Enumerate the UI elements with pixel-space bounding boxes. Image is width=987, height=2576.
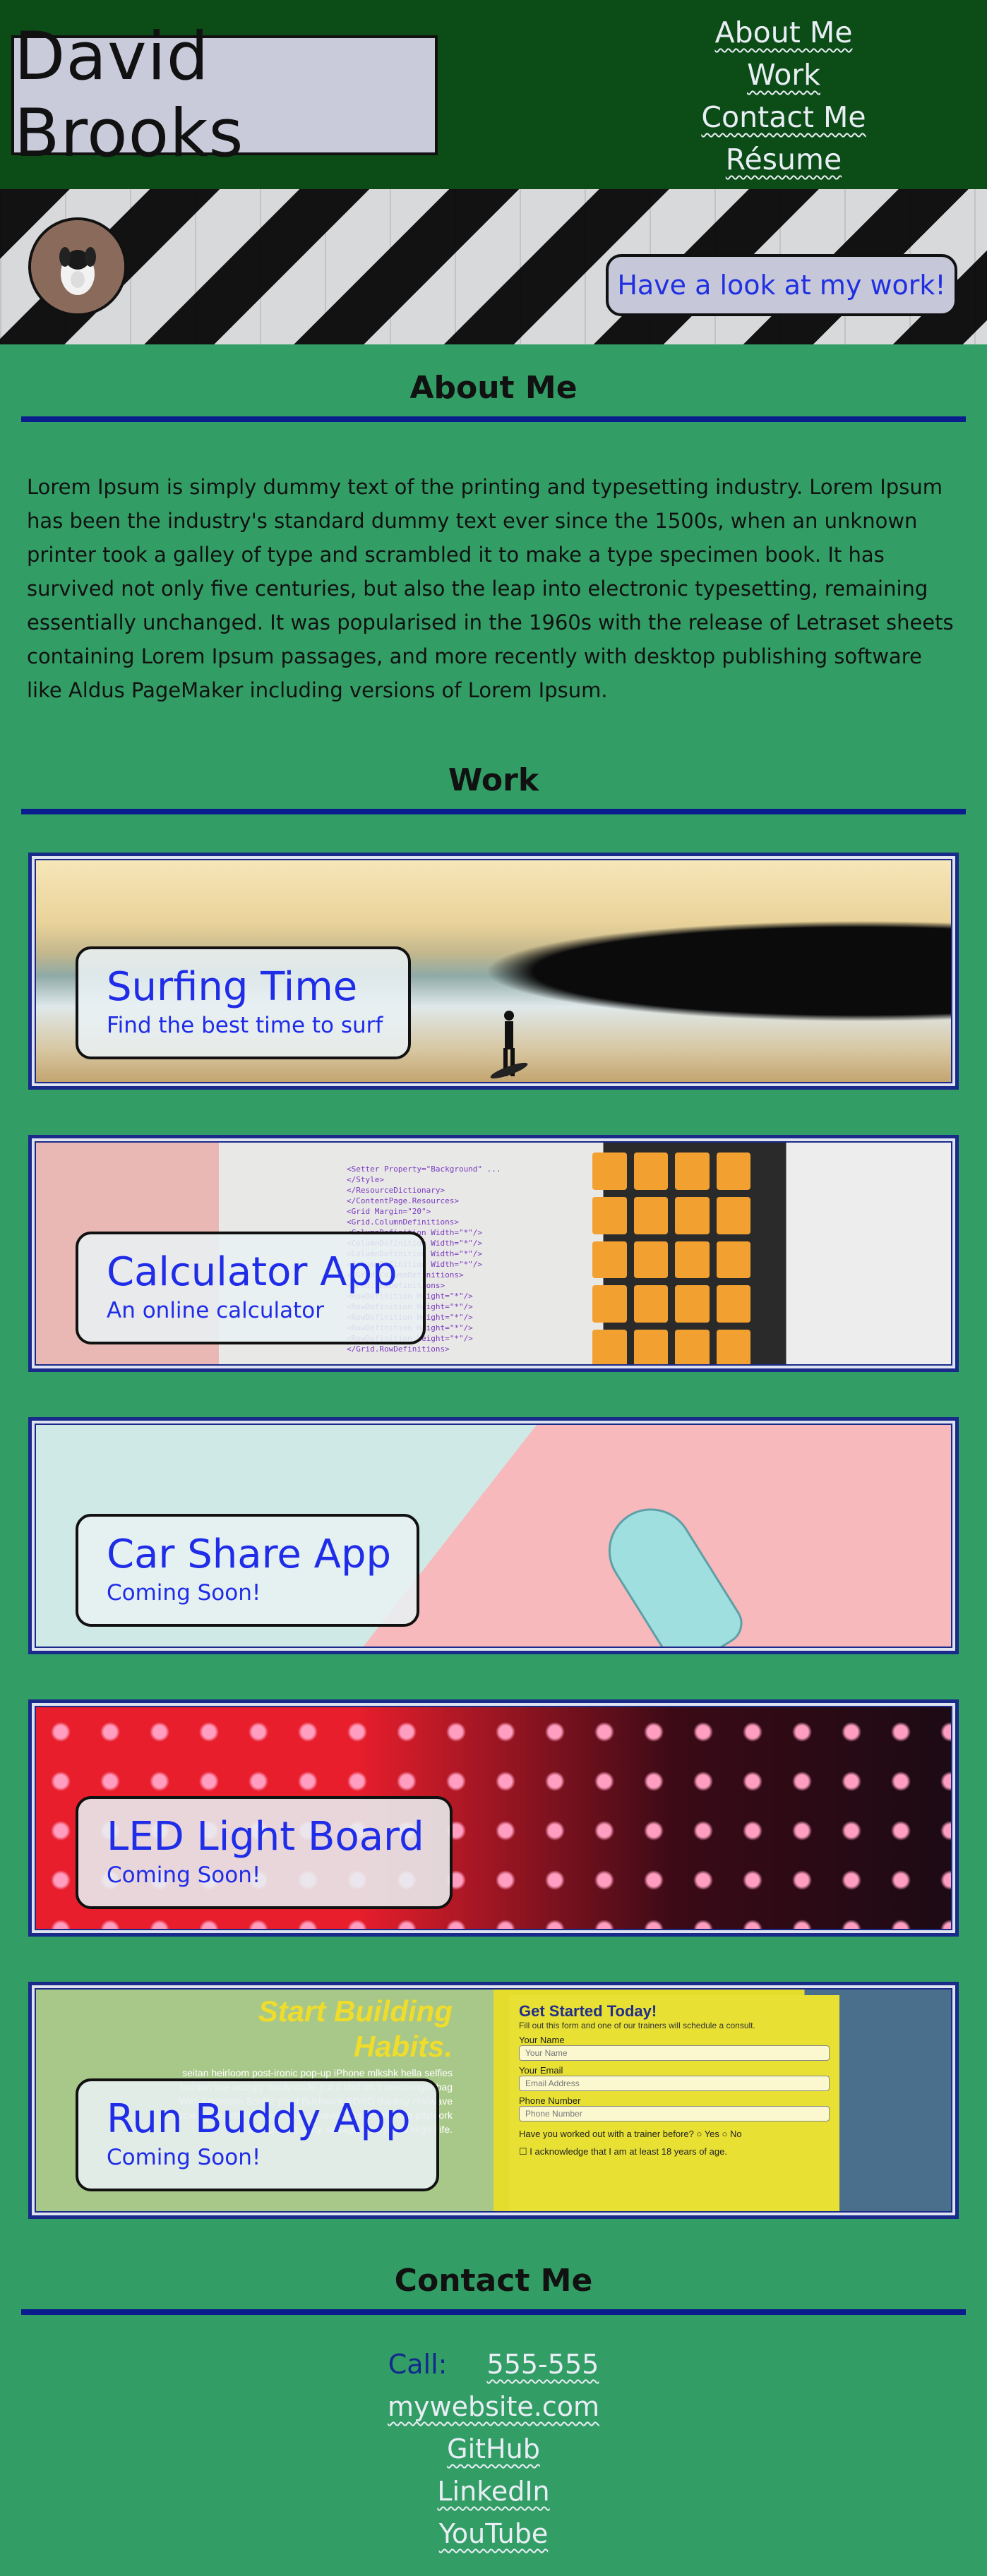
section-divider: [21, 809, 966, 814]
acknowledge-text: I acknowledge that I am at least 18 year…: [530, 2146, 727, 2157]
project-card-calculator[interactable]: <Setter Property="Background" ... </Styl…: [28, 1135, 959, 1372]
about-heading: About Me: [409, 370, 578, 406]
contact-list: Call: 555-555 mywebsite.com GitHub Linke…: [0, 2343, 987, 2555]
about-paragraph: Lorem Ipsum is simply dummy text of the …: [27, 475, 954, 702]
form-title: Get Started Today!: [519, 2002, 657, 2020]
form-question: Have you worked out with a trainer befor…: [519, 2129, 742, 2139]
project-label: Run Buddy App Coming Soon!: [76, 2078, 439, 2191]
project-card-car-share[interactable]: Car Share App Coming Soon!: [28, 1417, 959, 1654]
project-image-surfing: Surfing Time Find the best time to surf: [35, 859, 952, 1083]
project-title: Surfing Time: [107, 964, 358, 1010]
code-line: </Grid.RowDefinitions>: [347, 1344, 450, 1354]
form-subtitle: Fill out this form and one of our traine…: [519, 2021, 755, 2030]
project-card-run-buddy[interactable]: Start Building Habits. seitan heirloom p…: [28, 1982, 959, 2219]
youtube-link[interactable]: YouTube: [439, 2512, 549, 2555]
dog-icon: [31, 220, 124, 313]
avatar: [28, 217, 127, 316]
headline-line: Start Building: [258, 1994, 453, 2028]
form-label: Phone Number: [519, 2095, 581, 2106]
code-line: </Style>: [347, 1175, 384, 1184]
project-label: Calculator App An online calculator: [76, 1232, 426, 1344]
view-work-button[interactable]: Have a look at my work!: [606, 254, 957, 316]
project-label: LED Light Board Coming Soon!: [76, 1796, 453, 1909]
project-subtitle: An online calculator: [107, 1298, 324, 1323]
main-nav: About Me Work Contact Me Résume: [664, 11, 904, 181]
project-subtitle: Find the best time to surf: [107, 1013, 383, 1038]
call-label: Call:: [388, 2349, 448, 2380]
radio-yes-label: Yes: [704, 2129, 719, 2139]
project-image-run-buddy: Start Building Habits. seitan heirloom p…: [35, 1988, 952, 2213]
form-label: Your Name: [519, 2035, 565, 2045]
name-banner: David Brooks: [11, 18, 438, 172]
project-image-car-share: Car Share App Coming Soon!: [35, 1424, 952, 1648]
form-input: Your Name: [519, 2045, 830, 2061]
code-line: <Setter Property="Background" ...: [347, 1164, 501, 1174]
project-label: Car Share App Coming Soon!: [76, 1514, 420, 1627]
form-input: Email Address: [519, 2076, 830, 2091]
contact-heading: Contact Me: [394, 2263, 593, 2299]
project-subtitle: Coming Soon!: [107, 2145, 261, 2170]
project-title: Car Share App: [107, 1531, 392, 1577]
project-card-surfing[interactable]: Surfing Time Find the best time to surf: [28, 853, 959, 1090]
project-label: Surfing Time Find the best time to surf: [76, 946, 412, 1059]
github-link[interactable]: GitHub: [447, 2428, 540, 2470]
surfer-icon: [490, 1011, 528, 1079]
headline-line: Habits.: [353, 2030, 453, 2063]
project-subtitle: Coming Soon!: [107, 1862, 261, 1888]
section-divider: [21, 2309, 966, 2315]
nav-link-contact[interactable]: Contact Me: [701, 96, 866, 138]
project-title: Calculator App: [107, 1249, 397, 1295]
phone-link[interactable]: 555-555: [487, 2349, 599, 2380]
code-line: </ResourceDictionary>: [347, 1186, 445, 1195]
linkedin-link[interactable]: LinkedIn: [437, 2470, 549, 2512]
hero-banner: Have a look at my work!: [0, 189, 987, 344]
code-line: <Grid Margin="20">: [347, 1207, 431, 1216]
code-line: <Grid.ColumnDefinitions>: [347, 1217, 459, 1227]
project-title: LED Light Board: [107, 1814, 424, 1860]
nav-link-resume[interactable]: Résume: [726, 138, 842, 181]
toy-car-icon: [592, 1492, 750, 1647]
form-input: Phone Number: [519, 2106, 830, 2121]
radio-no-label: No: [730, 2129, 742, 2139]
question-text: Have you worked out with a trainer befor…: [519, 2129, 694, 2139]
code-line: </ContentPage.Resources>: [347, 1196, 459, 1205]
work-heading: Work: [448, 762, 539, 798]
phone-row: Call: 555-555: [388, 2343, 599, 2385]
site-owner-name: David Brooks: [14, 18, 244, 172]
site-header: David Brooks About Me Work Contact Me Ré…: [0, 0, 987, 189]
signup-form-preview: Get Started Today! Fill out this form an…: [509, 1995, 839, 2211]
project-image-calculator: <Setter Property="Background" ... </Styl…: [35, 1141, 952, 1366]
project-card-led-board[interactable]: LED Light Board Coming Soon!: [28, 1699, 959, 1937]
nav-link-work[interactable]: Work: [747, 54, 820, 96]
nav-link-about[interactable]: About Me: [715, 11, 853, 54]
form-label: Your Email: [519, 2065, 563, 2076]
calculator-keypad: [587, 1147, 756, 1364]
project-title: Run Buddy App: [107, 2096, 411, 2142]
project-subtitle: Coming Soon!: [107, 1580, 261, 1606]
project-image-led-board: LED Light Board Coming Soon!: [35, 1706, 952, 1930]
form-acknowledge: ☐ I acknowledge that I am at least 18 ye…: [519, 2146, 727, 2157]
run-buddy-headline: Start Building Habits.: [121, 1994, 453, 2064]
website-link[interactable]: mywebsite.com: [388, 2385, 599, 2428]
section-divider: [21, 416, 966, 422]
